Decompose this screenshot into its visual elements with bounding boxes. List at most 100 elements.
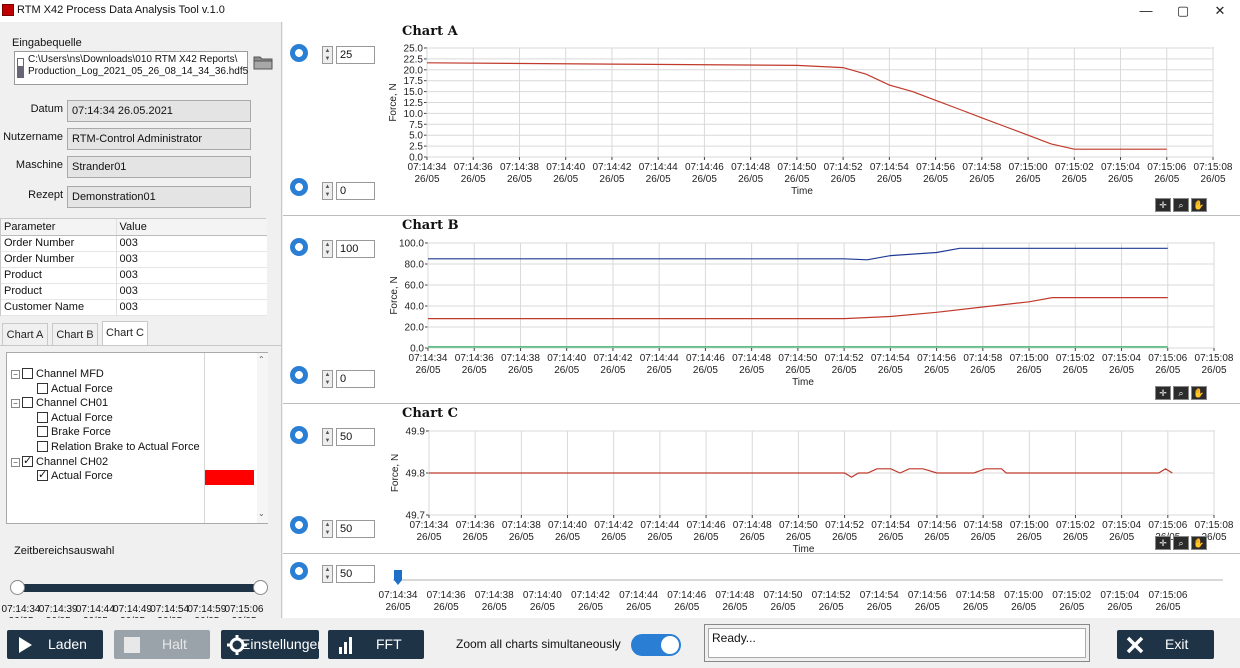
- timeline-scrubber[interactable]: 07:14:3426/0507:14:3626/0507:14:3826/050…: [373, 568, 1240, 618]
- pan-hand-icon[interactable]: ✋: [1191, 536, 1207, 550]
- tree-item[interactable]: Actual Force: [37, 411, 113, 425]
- zoom-icon[interactable]: ⌕: [1173, 386, 1189, 400]
- parameter-table: Parameter Value Order Number 003 Order Numbe…: [0, 218, 267, 316]
- fft-button[interactable]: FFT: [328, 630, 424, 659]
- browse-folder-button[interactable]: [252, 53, 274, 71]
- halt-button[interactable]: Halt: [114, 630, 210, 659]
- tree-scrollbar[interactable]: ⌃ ⌄: [257, 353, 268, 523]
- zoom-icon[interactable]: ⌕: [1173, 198, 1189, 212]
- timeline-tick-date: 26/05: [1059, 602, 1084, 613]
- scroll-up-icon[interactable]: ⌃: [258, 355, 265, 364]
- tree-checkbox[interactable]: [22, 397, 33, 409]
- timeline-refresh-icon[interactable]: [290, 562, 308, 580]
- toggle-knob[interactable]: [661, 636, 679, 654]
- graph-tools: ✛ ⌕ ✋: [1155, 198, 1209, 212]
- timeline-tick-label: 07:14:34: [379, 590, 418, 601]
- x-tick-label: 07:14:36: [456, 520, 495, 531]
- tree-item[interactable]: − Channel CH01: [11, 396, 108, 410]
- x-tick-label: 07:14:54: [870, 162, 909, 173]
- exit-button[interactable]: Exit: [1117, 630, 1214, 659]
- collapse-icon[interactable]: −: [11, 399, 20, 409]
- pan-hand-icon[interactable]: ✋: [1191, 386, 1207, 400]
- x-tick-label: 07:15:08: [1195, 520, 1234, 531]
- collapse-icon[interactable]: −: [11, 457, 20, 467]
- tree-checkbox[interactable]: [37, 411, 48, 423]
- x-tick-date: 26/05: [1062, 174, 1087, 185]
- y-tick-label: 22.5: [404, 54, 424, 65]
- tree-checkbox[interactable]: [37, 382, 48, 394]
- minimize-icon[interactable]: —: [1136, 2, 1156, 20]
- channel-color-swatch[interactable]: [205, 470, 254, 485]
- timeline-tick-label: 07:14:54: [860, 590, 899, 601]
- table-row[interactable]: Order Number 003: [1, 251, 267, 268]
- x-tick-date: 26/05: [1017, 532, 1042, 543]
- table-row[interactable]: Customer Name 003: [1, 299, 267, 316]
- x-tick-date: 26/05: [1109, 365, 1134, 376]
- timeline-tick-date: 26/05: [770, 602, 795, 613]
- timeline-tick-label: 07:15:00: [1004, 590, 1043, 601]
- field-value: Strander01: [67, 156, 251, 178]
- app-icon: [2, 4, 14, 16]
- range-start-handle[interactable]: [10, 580, 25, 595]
- x-tick-date: 26/05: [924, 532, 949, 543]
- x-tick-date: 26/05: [599, 174, 624, 185]
- range-end-handle[interactable]: [253, 580, 268, 595]
- settings-button[interactable]: Einstellungen: [221, 630, 319, 659]
- x-tick-label: 07:14:48: [733, 520, 772, 531]
- y-tick-label: 49.8: [406, 469, 426, 480]
- x-tick-label: 07:14:46: [686, 353, 725, 364]
- tab-chart-c[interactable]: Chart C: [102, 321, 148, 345]
- spin-icon[interactable]: ▲ ▼: [322, 565, 333, 583]
- table-row[interactable]: Product 003: [1, 267, 267, 284]
- crosshair-icon[interactable]: ✛: [1155, 536, 1171, 550]
- x-tick-date: 26/05: [1155, 365, 1180, 376]
- tree-checkbox[interactable]: [22, 368, 33, 379]
- x-tick-label: 07:14:40: [548, 520, 587, 531]
- time-range-slider[interactable]: [14, 584, 264, 592]
- scroll-down-icon[interactable]: ⌄: [258, 509, 265, 518]
- x-tick-date: 26/05: [1108, 174, 1133, 185]
- zoom-icon[interactable]: ⌕: [1173, 536, 1189, 550]
- tree-item[interactable]: Relation Brake to Actual Force: [37, 440, 200, 454]
- table-row[interactable]: Product 003: [1, 283, 267, 300]
- tree-column-divider: [204, 353, 205, 523]
- zoom-all-toggle[interactable]: [631, 634, 681, 656]
- load-button[interactable]: Laden: [7, 630, 103, 659]
- x-tick-date: 26/05: [694, 532, 719, 543]
- close-icon[interactable]: ✕: [1210, 2, 1230, 20]
- maximize-icon[interactable]: ▢: [1173, 2, 1193, 20]
- tree-item[interactable]: − Channel CH02: [11, 454, 108, 469]
- timeline-tick-label: 07:14:44: [619, 590, 658, 601]
- tree-item[interactable]: Actual Force: [37, 382, 113, 396]
- source-path-field[interactable]: C:\Users\ns\Downloads\010 RTM X42 Report…: [14, 51, 248, 85]
- tree-checkbox[interactable]: [22, 454, 33, 468]
- tree-checkbox[interactable]: [37, 441, 48, 452]
- tree-checkbox[interactable]: [37, 426, 48, 438]
- x-tick-date: 26/05: [924, 365, 949, 376]
- x-tick-label: 07:14:34: [410, 520, 449, 531]
- y-tick-label: 17.5: [404, 76, 424, 87]
- tree-checkbox[interactable]: [37, 468, 48, 482]
- x-tick-date: 26/05: [784, 174, 809, 185]
- pan-hand-icon[interactable]: ✋: [1191, 198, 1207, 212]
- crosshair-icon[interactable]: ✛: [1155, 198, 1171, 212]
- x-tick-date: 26/05: [739, 365, 764, 376]
- tab-chart-b[interactable]: Chart B: [52, 323, 98, 345]
- tab-chart-a[interactable]: Chart A: [2, 323, 48, 345]
- y-tick-label: 10.0: [404, 109, 424, 120]
- x-tick-date: 26/05: [785, 365, 810, 376]
- collapse-icon[interactable]: −: [11, 370, 20, 379]
- tree-item[interactable]: Actual Force: [37, 468, 113, 483]
- timeline-window-value[interactable]: 50: [336, 565, 375, 583]
- x-tick-date: 26/05: [600, 365, 625, 376]
- x-tick-label: 07:14:54: [871, 520, 910, 531]
- tree-item[interactable]: − Channel MFD: [11, 367, 104, 381]
- crosshair-icon[interactable]: ✛: [1155, 386, 1171, 400]
- field-label: Datum: [30, 103, 63, 115]
- x-tick-date: 26/05: [1154, 174, 1179, 185]
- y-tick-label: 20.0: [404, 65, 424, 76]
- table-cell: Customer Name: [1, 299, 117, 316]
- table-row[interactable]: Order Number 003: [1, 235, 267, 252]
- tree-item[interactable]: Brake Force: [37, 425, 111, 439]
- timeline-cursor[interactable]: [394, 570, 402, 585]
